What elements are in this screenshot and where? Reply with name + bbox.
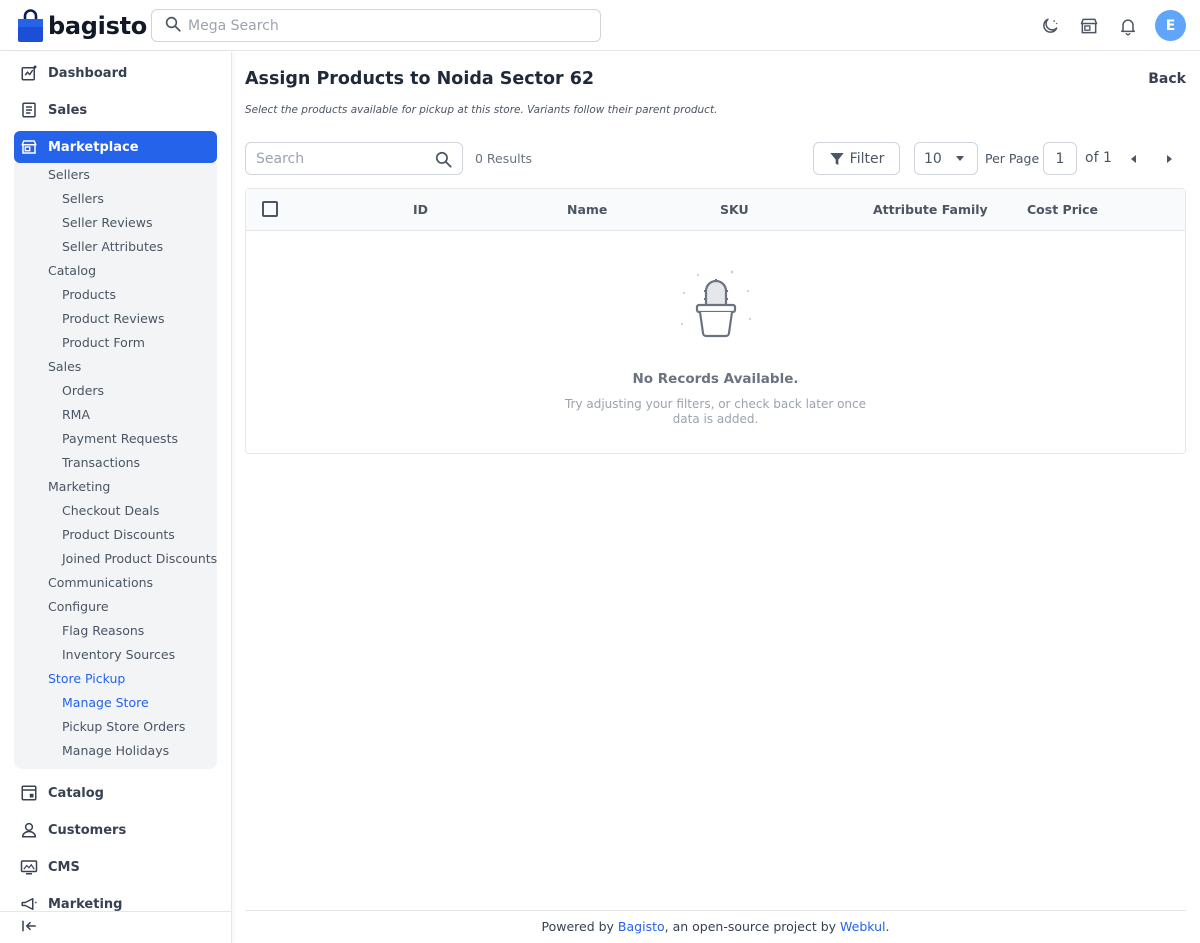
caret-down-icon	[956, 156, 964, 161]
page-total: of 1	[1085, 150, 1112, 166]
next-page-button[interactable]	[1160, 150, 1178, 168]
select-all-checkbox[interactable]	[262, 201, 278, 217]
empty-state-title: No Records Available.	[632, 371, 799, 387]
caret-left-icon	[1131, 155, 1136, 163]
sidebar-item-label: Dashboard	[48, 65, 128, 81]
bell-icon[interactable]	[1113, 11, 1143, 41]
sidebar-item-sales[interactable]: Sales	[14, 94, 217, 126]
column-header-attribute-family[interactable]: Attribute Family	[873, 202, 988, 217]
per-page-label: Per Page	[985, 151, 1040, 166]
person-icon	[20, 821, 38, 839]
submenu-transactions[interactable]: Transactions	[14, 451, 217, 475]
sidebar: Dashboard Sales Marketplace Sellers Sell…	[0, 52, 232, 943]
sidebar-item-customers[interactable]: Customers	[14, 814, 217, 846]
sidebar-item-label: Sales	[48, 102, 88, 118]
submenu-manage-store[interactable]: Manage Store	[14, 691, 217, 715]
cactus-pot-icon	[680, 270, 751, 338]
submenu-marketing-group[interactable]: Marketing	[14, 475, 217, 499]
logo[interactable]: bagisto	[18, 9, 147, 42]
submenu-sellers[interactable]: Sellers	[14, 187, 217, 211]
mega-search-input[interactable]	[188, 17, 568, 34]
filter-label: Filter	[849, 150, 885, 167]
submenu-communications[interactable]: Communications	[14, 571, 217, 595]
avatar[interactable]: E	[1155, 10, 1186, 41]
mega-search[interactable]	[151, 9, 601, 42]
submenu-product-reviews[interactable]: Product Reviews	[14, 307, 217, 331]
store-icon	[20, 138, 38, 156]
empty-state-message: Try adjusting your filters, or check bac…	[564, 397, 867, 426]
sidebar-item-cms[interactable]: CMS	[14, 851, 217, 883]
sidebar-item-marketplace[interactable]: Marketplace	[14, 131, 217, 163]
webkul-link[interactable]: Webkul	[840, 919, 886, 934]
sidebar-item-label: CMS	[48, 859, 80, 875]
submenu-catalog-group[interactable]: Catalog	[14, 259, 217, 283]
datagrid: ID Name SKU Attribute Family Cost Price	[245, 188, 1186, 454]
column-header-id[interactable]: ID	[413, 202, 428, 217]
column-header-sku[interactable]: SKU	[720, 202, 749, 217]
submenu-seller-attributes[interactable]: Seller Attributes	[14, 235, 217, 259]
sidebar-item-label: Marketing	[48, 896, 123, 912]
top-header: bagisto E	[0, 0, 1200, 51]
submenu-inventory-sources[interactable]: Inventory Sources	[14, 643, 217, 667]
per-page-value: 10	[924, 150, 942, 167]
submenu-seller-reviews[interactable]: Seller Reviews	[14, 211, 217, 235]
submenu-configure-group[interactable]: Configure	[14, 595, 217, 619]
collapse-left-icon	[20, 917, 38, 939]
submenu-sales-group[interactable]: Sales	[14, 355, 217, 379]
footer-middle: , an open-source project by	[664, 919, 840, 934]
shopping-bag-icon	[18, 9, 43, 42]
page-title: Assign Products to Noida Sector 62	[245, 69, 595, 89]
dark-mode-icon[interactable]	[1035, 11, 1065, 41]
submenu-products[interactable]: Products	[14, 283, 217, 307]
submenu-store-pickup-group[interactable]: Store Pickup	[14, 667, 217, 691]
per-page-select[interactable]: 10	[914, 142, 978, 175]
monitor-icon	[20, 858, 38, 876]
empty-state: No Records Available. Try adjusting your…	[246, 269, 1185, 427]
filter-button[interactable]: Filter	[813, 142, 900, 175]
datagrid-header: ID Name SKU Attribute Family Cost Price	[246, 189, 1185, 231]
receipt-icon	[20, 101, 38, 119]
submenu-pickup-store-orders[interactable]: Pickup Store Orders	[14, 715, 217, 739]
logo-text: bagisto	[48, 11, 147, 40]
submenu-product-discounts[interactable]: Product Discounts	[14, 523, 217, 547]
datagrid-toolbar: 0 Results Filter 10 Per Page of 1	[245, 142, 1186, 176]
column-header-cost-price[interactable]: Cost Price	[1027, 202, 1098, 217]
previous-page-button[interactable]	[1125, 150, 1143, 168]
footer-suffix: .	[885, 919, 890, 934]
page-description: Select the products available for pickup…	[245, 104, 718, 116]
filter-icon	[829, 152, 844, 165]
submenu-checkout-deals[interactable]: Checkout Deals	[14, 499, 217, 523]
sidebar-item-label: Catalog	[48, 785, 104, 801]
search-icon[interactable]	[434, 150, 453, 173]
submenu-manage-holidays[interactable]: Manage Holidays	[14, 739, 217, 763]
sidebar-item-label: Marketplace	[48, 139, 139, 155]
sidebar-item-label: Customers	[48, 822, 127, 838]
storefront-icon[interactable]	[1074, 11, 1104, 41]
datagrid-search-input[interactable]	[256, 150, 426, 167]
collapse-sidebar-button[interactable]	[0, 911, 231, 943]
submenu-product-form[interactable]: Product Form	[14, 331, 217, 355]
search-icon	[164, 15, 182, 37]
catalog-icon	[20, 784, 38, 802]
caret-right-icon	[1167, 155, 1172, 163]
results-count: 0 Results	[475, 151, 533, 166]
header-actions: E	[1035, 10, 1186, 41]
datagrid-search[interactable]	[245, 142, 463, 175]
dashboard-icon	[20, 64, 38, 82]
submenu-rma[interactable]: RMA	[14, 403, 217, 427]
back-button[interactable]: Back	[1148, 71, 1186, 87]
submenu-payment-requests[interactable]: Payment Requests	[14, 427, 217, 451]
submenu-sellers-group[interactable]: Sellers	[14, 163, 217, 187]
footer-prefix: Powered by	[541, 919, 618, 934]
column-header-name[interactable]: Name	[567, 202, 607, 217]
submenu-joined-product-discounts[interactable]: Joined Product Discounts	[14, 547, 217, 571]
sidebar-item-dashboard[interactable]: Dashboard	[14, 57, 217, 89]
bagisto-link[interactable]: Bagisto	[618, 919, 665, 934]
submenu-flag-reasons[interactable]: Flag Reasons	[14, 619, 217, 643]
submenu-orders[interactable]: Orders	[14, 379, 217, 403]
marketplace-submenu: Sellers Sellers Seller Reviews Seller At…	[14, 163, 217, 769]
page-number-input[interactable]	[1043, 142, 1077, 175]
sidebar-item-catalog[interactable]: Catalog	[14, 777, 217, 809]
page-footer: Powered by Bagisto, an open-source proje…	[245, 910, 1186, 943]
